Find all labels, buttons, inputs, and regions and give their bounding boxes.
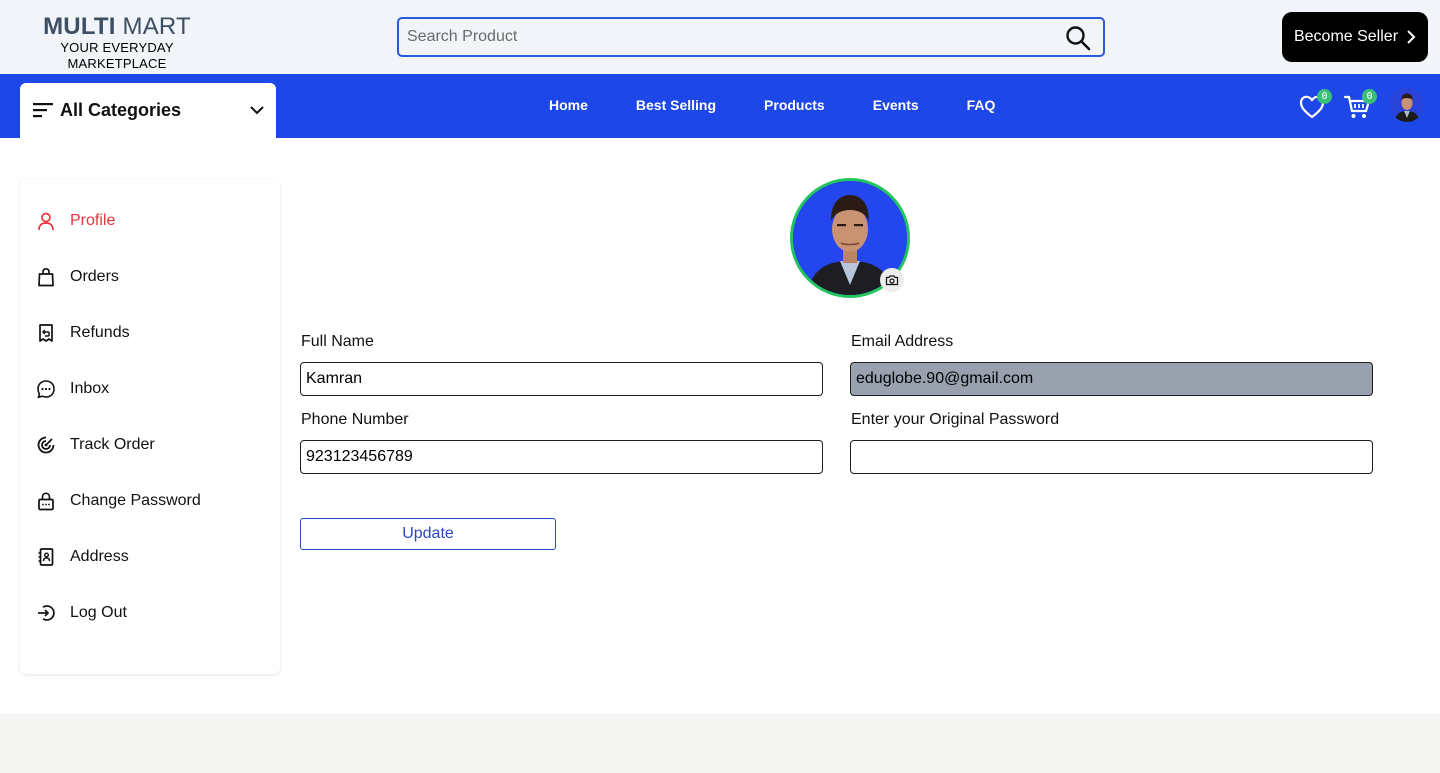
password-label: Enter your Original Password (851, 411, 1060, 428)
logo-title: MULTI MART (43, 13, 191, 40)
chevron-right-icon (1407, 30, 1416, 44)
search-icon[interactable] (1065, 25, 1091, 51)
all-categories-dropdown[interactable]: All Categories (20, 83, 276, 138)
phone-number-field[interactable] (300, 440, 823, 474)
sidebar-item-address[interactable]: Address (36, 545, 129, 569)
nav-link-events[interactable]: Events (873, 97, 919, 113)
nav-link-faq[interactable]: FAQ (967, 97, 996, 113)
address-book-icon (38, 548, 54, 566)
search-input[interactable] (407, 26, 1047, 48)
become-seller-label: Become Seller (1293, 28, 1399, 45)
track-icon (37, 436, 55, 454)
user-photo-icon (1390, 88, 1424, 122)
sidebar-item-label: Log Out (70, 604, 127, 621)
main-navbar: All Categories Home Best Selling Product… (0, 74, 1440, 138)
search-bar (397, 17, 1105, 57)
logo-tagline: YOUR EVERYDAY MARKETPLACE (60, 40, 174, 71)
sidebar-item-orders[interactable]: Orders (36, 265, 119, 289)
nav-link-best-selling[interactable]: Best Selling (636, 97, 716, 113)
site-logo[interactable]: MULTI MART YOUR EVERYDAY MARKETPLACE (12, 14, 222, 72)
password-field[interactable] (850, 440, 1373, 474)
nav-link-products[interactable]: Products (764, 97, 825, 113)
sidebar-item-label: Inbox (70, 380, 110, 397)
top-header: MULTI MART YOUR EVERYDAY MARKETPLACE Bec… (0, 0, 1440, 74)
sidebar-item-log-out[interactable]: Log Out (36, 601, 127, 625)
person-icon (38, 212, 54, 231)
become-seller-button[interactable]: Become Seller (1282, 12, 1428, 62)
cart-button[interactable]: 0 (1343, 89, 1377, 121)
sidebar-item-label: Profile (70, 212, 116, 229)
profile-sidebar: Profile Orders Refunds Inbox Track Order… (20, 179, 280, 674)
sidebar-item-change-password[interactable]: Change Password (36, 489, 201, 513)
change-photo-button[interactable] (880, 268, 904, 292)
email-field (850, 362, 1373, 396)
wishlist-count-badge: 0 (1317, 89, 1332, 104)
full-name-field[interactable] (300, 362, 823, 396)
sidebar-item-inbox[interactable]: Inbox (36, 377, 109, 401)
logout-icon (38, 605, 55, 621)
update-button[interactable]: Update (300, 518, 556, 550)
wishlist-button[interactable]: 0 (1298, 89, 1332, 121)
camera-icon (885, 275, 899, 286)
sidebar-item-label: Orders (70, 268, 119, 285)
shopping-bag-icon (38, 267, 54, 287)
cart-count-badge: 0 (1362, 89, 1377, 104)
all-categories-label: All Categories (60, 100, 182, 120)
full-name-label: Full Name (301, 333, 374, 350)
sidebar-item-track-order[interactable]: Track Order (36, 433, 155, 457)
sidebar-item-refunds[interactable]: Refunds (36, 321, 130, 345)
nav-links: Home Best Selling Products Events FAQ (549, 97, 1043, 113)
refund-icon (39, 324, 53, 342)
footer-strip (0, 714, 1440, 773)
sidebar-item-profile[interactable]: Profile (36, 209, 115, 233)
sidebar-item-label: Track Order (70, 436, 155, 453)
lock-icon (38, 492, 54, 511)
chat-icon (37, 380, 55, 399)
user-avatar[interactable] (1390, 88, 1424, 122)
chevron-down-icon (250, 106, 264, 115)
email-label: Email Address (851, 333, 954, 350)
phone-number-label: Phone Number (301, 411, 409, 428)
sidebar-item-label: Address (70, 548, 129, 565)
menu-lines-icon (33, 103, 53, 118)
sidebar-item-label: Change Password (70, 492, 201, 509)
nav-link-home[interactable]: Home (549, 97, 588, 113)
sidebar-item-label: Refunds (70, 324, 130, 341)
